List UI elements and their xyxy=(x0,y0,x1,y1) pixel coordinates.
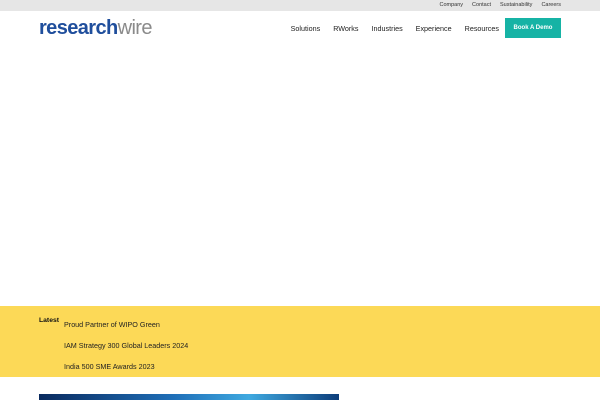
featured-media-banner[interactable] xyxy=(39,394,339,400)
latest-news-section: Latest Proud Partner of WIPO Green IAM S… xyxy=(0,306,600,377)
utility-link-contact[interactable]: Contact xyxy=(472,0,491,11)
latest-news-item[interactable]: IAM Strategy 300 Global Leaders 2024 xyxy=(64,341,188,362)
latest-news-item[interactable]: India 500 SME Awards 2023 xyxy=(64,362,188,383)
hero-area xyxy=(0,45,600,306)
nav-item-industries[interactable]: Industries xyxy=(372,24,403,33)
nav-item-experience[interactable]: Experience xyxy=(416,24,452,33)
utility-link-company[interactable]: Company xyxy=(440,0,464,11)
latest-news-list: Proud Partner of WIPO Green IAM Strategy… xyxy=(64,320,188,383)
site-header: research wire Solutions RWorks Industries… xyxy=(0,11,600,45)
utility-nav: Company Contact Sustainability Careers xyxy=(440,0,562,11)
latest-news-item[interactable]: Proud Partner of WIPO Green xyxy=(64,320,188,341)
site-logo[interactable]: research wire xyxy=(39,16,152,40)
book-demo-button[interactable]: Book A Demo xyxy=(505,18,561,38)
nav-item-rworks[interactable]: RWorks xyxy=(333,24,358,33)
main-nav: Solutions RWorks Industries Experience R… xyxy=(291,11,499,45)
latest-label: Latest xyxy=(39,317,60,324)
utility-link-sustainability[interactable]: Sustainability xyxy=(500,0,532,11)
logo-text-research: research xyxy=(39,17,118,39)
nav-item-resources[interactable]: Resources xyxy=(465,24,499,33)
utility-link-careers[interactable]: Careers xyxy=(541,0,561,11)
nav-item-solutions[interactable]: Solutions xyxy=(291,24,321,33)
logo-text-wire: wire xyxy=(117,17,153,39)
utility-bar: Company Contact Sustainability Careers xyxy=(0,0,600,11)
